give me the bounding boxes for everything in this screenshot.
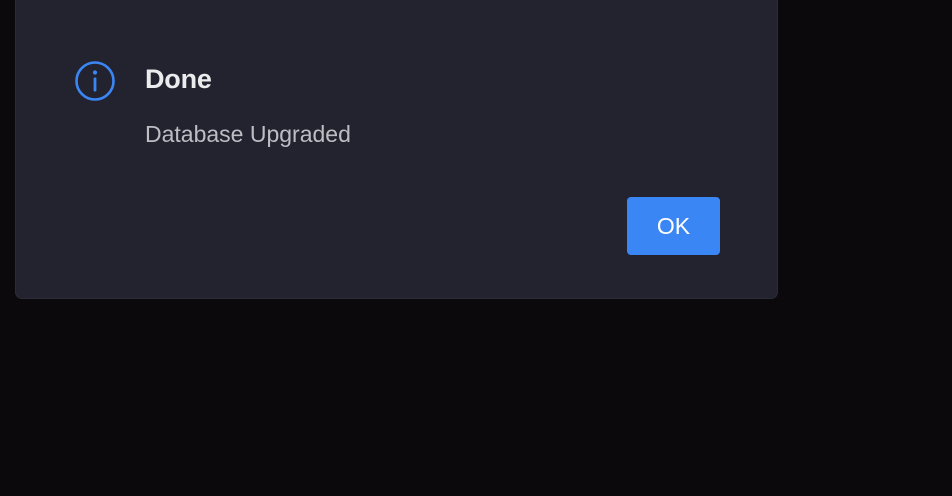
alert-dialog: Done Database Upgraded OK	[15, 0, 778, 299]
ok-button[interactable]: OK	[627, 197, 720, 255]
info-icon	[74, 60, 116, 102]
dialog-title: Done	[145, 64, 212, 94]
dialog-message: Database Upgraded	[145, 121, 351, 147]
